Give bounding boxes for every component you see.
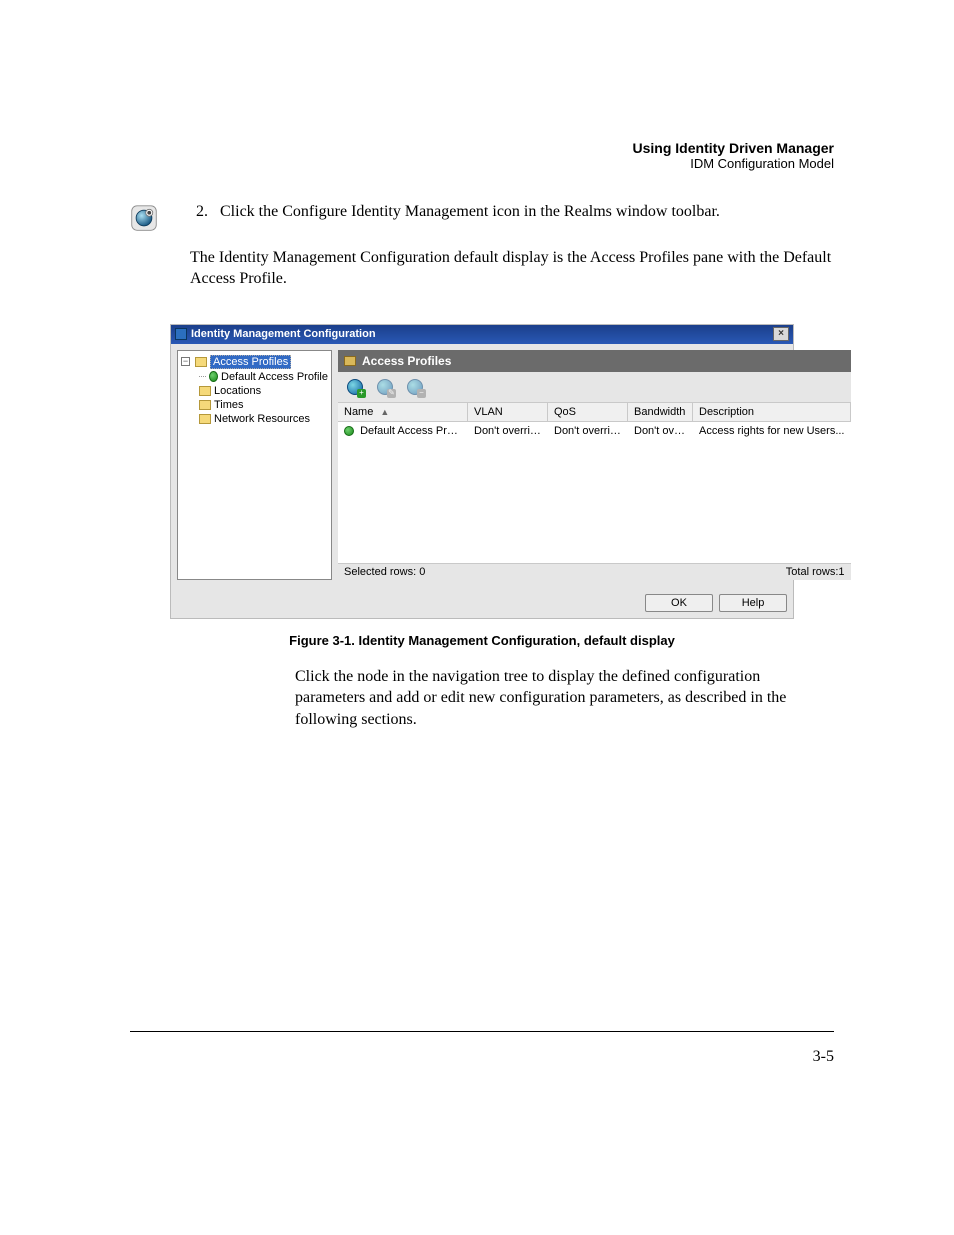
tree-item-default-access-profile[interactable]: Default Access Profile	[181, 370, 328, 384]
table-body[interactable]: Default Access Pro... Don't override Don…	[338, 422, 851, 563]
tree-item-times[interactable]: Times	[181, 398, 328, 412]
delete-profile-button[interactable]: −	[404, 376, 426, 398]
table-header: Name ▲ VLAN QoS Bandwidth Description	[338, 402, 851, 422]
closing-paragraph: Click the node in the navigation tree to…	[295, 666, 834, 731]
column-header-qos[interactable]: QoS	[548, 403, 628, 421]
header-subtitle: IDM Configuration Model	[130, 156, 834, 171]
page-number: 3-5	[130, 1048, 834, 1066]
configure-identity-mgmt-icon	[130, 201, 170, 237]
folder-icon	[199, 386, 211, 396]
dialog-titlebar: Identity Management Configuration ×	[171, 325, 793, 344]
close-icon[interactable]: ×	[773, 327, 789, 341]
status-total: Total rows:1	[786, 566, 845, 578]
cell-name-text: Default Access Pro...	[360, 425, 462, 437]
intro-paragraph: The Identity Management Configuration de…	[190, 247, 834, 290]
column-header-name[interactable]: Name ▲	[338, 403, 468, 421]
step-text: Click the Configure Identity Management …	[220, 201, 720, 223]
tree-item-network-resources[interactable]: Network Resources	[181, 412, 328, 426]
tree-item-label: Times	[214, 399, 244, 411]
pane-toolbar: + ✎ −	[338, 372, 851, 402]
ok-button[interactable]: OK	[645, 594, 713, 612]
dialog-title: Identity Management Configuration	[191, 328, 376, 340]
footer-rule	[130, 1031, 834, 1032]
profile-icon	[209, 371, 218, 382]
figure-caption: Figure 3-1. Identity Management Configur…	[130, 633, 834, 648]
profile-icon	[344, 426, 354, 436]
step-number: 2.	[190, 201, 208, 223]
pane-header: Access Profiles	[338, 350, 851, 372]
column-header-bandwidth[interactable]: Bandwidth	[628, 403, 693, 421]
col-name-label: Name	[344, 406, 373, 418]
tree-item-label: Network Resources	[214, 413, 310, 425]
help-button[interactable]: Help	[719, 594, 787, 612]
folder-icon	[199, 400, 211, 410]
tree-item-label: Locations	[214, 385, 261, 397]
pane-title: Access Profiles	[362, 354, 451, 368]
edit-profile-button[interactable]: ✎	[374, 376, 396, 398]
status-selected: Selected rows: 0	[344, 566, 425, 578]
tree-root-label: Access Profiles	[210, 355, 291, 369]
cell-qos: Don't override	[548, 425, 628, 437]
tree-item-label: Default Access Profile	[221, 371, 328, 383]
cell-name: Default Access Pro...	[338, 425, 468, 437]
minus-badge-icon: −	[417, 389, 426, 398]
cell-vlan: Don't override	[468, 425, 548, 437]
header-title: Using Identity Driven Manager	[130, 140, 834, 156]
folder-icon	[199, 414, 211, 424]
collapse-icon[interactable]: −	[181, 357, 190, 366]
sort-asc-icon: ▲	[380, 407, 389, 417]
edit-badge-icon: ✎	[387, 389, 396, 398]
column-header-description[interactable]: Description	[693, 403, 851, 421]
status-bar: Selected rows: 0 Total rows:1	[338, 563, 851, 580]
folder-icon	[344, 356, 356, 366]
dialog-screenshot: Identity Management Configuration × − Ac…	[170, 324, 794, 619]
cell-description: Access rights for new Users...	[693, 425, 851, 437]
page-header: Using Identity Driven Manager IDM Config…	[130, 140, 834, 171]
plus-badge-icon: +	[357, 389, 366, 398]
tree-item-locations[interactable]: Locations	[181, 384, 328, 398]
navigation-tree[interactable]: − Access Profiles Default Access Profile…	[177, 350, 332, 580]
add-profile-button[interactable]: +	[344, 376, 366, 398]
table-row[interactable]: Default Access Pro... Don't override Don…	[338, 422, 851, 440]
dialog-title-icon	[175, 328, 187, 340]
tree-root-access-profiles[interactable]: − Access Profiles	[181, 354, 328, 370]
cell-bandwidth: Don't over...	[628, 425, 693, 437]
dialog-buttons: OK Help	[171, 586, 793, 618]
folder-open-icon	[195, 357, 207, 367]
column-header-vlan[interactable]: VLAN	[468, 403, 548, 421]
